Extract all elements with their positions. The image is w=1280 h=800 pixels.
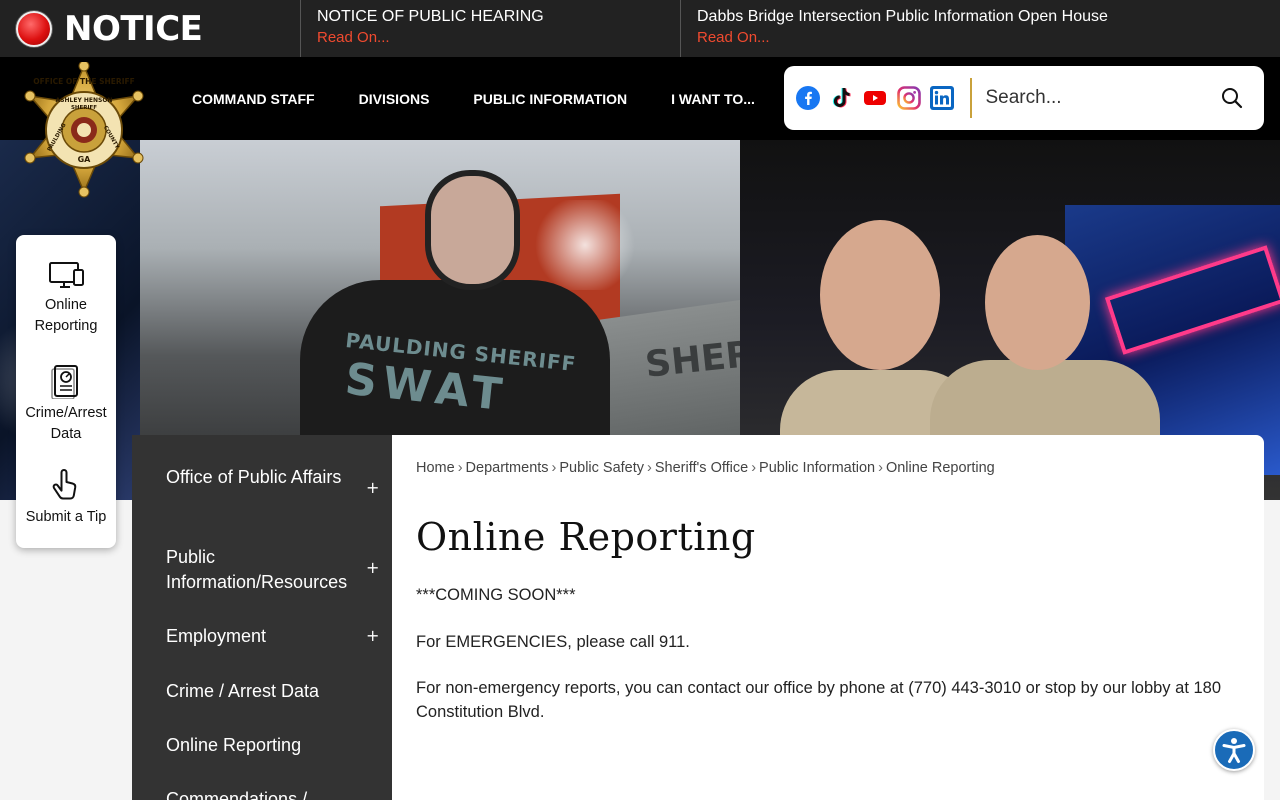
hero-officer-face	[820, 220, 940, 370]
breadcrumb-current: Online Reporting	[885, 460, 995, 476]
badge-name-text: ASHLEY HENSON	[56, 97, 113, 104]
badge-title-text: SHERIFF	[71, 105, 97, 111]
notice-item[interactable]: Dabbs Bridge Intersection Public Informa…	[680, 0, 1280, 57]
facebook-icon[interactable]	[796, 86, 820, 110]
site-header: COMMAND STAFF DIVISIONS PUBLIC INFORMATI…	[0, 57, 1280, 140]
quick-link-crime-arrest-data[interactable]: Crime/Arrest Data	[16, 363, 116, 445]
hero-officer-face	[985, 235, 1090, 370]
expand-plus-icon[interactable]: +	[366, 478, 379, 497]
badge-top-text: OFFICE OF THE SHERIFF	[33, 77, 135, 86]
quick-link-online-reporting[interactable]: Online Reporting	[16, 261, 116, 337]
sidebar-item-commendations[interactable]: Commendations /	[166, 787, 386, 800]
computer-monitor-icon	[49, 262, 84, 288]
quick-link-submit-tip[interactable]: Submit a Tip	[16, 467, 116, 528]
hero-smoke-shape	[530, 200, 640, 290]
social-search-box	[784, 66, 1264, 130]
breadcrumb-separator: ›	[457, 460, 463, 476]
quick-link-label: Online Reporting	[34, 297, 98, 334]
quick-links-panel: Online Reporting Crime/Arrest Data Submi…	[16, 235, 116, 548]
report-document-icon	[51, 365, 78, 399]
sidebar-item-public-information-resources[interactable]: Public Information/Resources	[166, 545, 386, 595]
nav-item-i-want-to[interactable]: I WANT TO...	[649, 57, 777, 140]
sheriff-badge-logo[interactable]: OFFICE OF THE SHERIFF ASHLEY HENSON SHER…	[14, 60, 154, 202]
hand-pointer-icon	[52, 469, 77, 500]
expand-plus-icon[interactable]: +	[366, 558, 379, 577]
main-nav: COMMAND STAFF DIVISIONS PUBLIC INFORMATI…	[170, 57, 777, 140]
coming-soon-text: ***COMING SOON***	[416, 586, 576, 604]
quick-link-label: Submit a Tip	[25, 509, 107, 525]
notice-item-title[interactable]: Dabbs Bridge Intersection Public Informa…	[697, 7, 1280, 27]
notice-label-group: NOTICE	[0, 0, 300, 57]
expand-plus-icon[interactable]: +	[366, 626, 379, 645]
linkedin-icon[interactable]	[930, 86, 954, 110]
alert-dot-icon	[16, 10, 52, 47]
sidebar-item-crime-arrest-data[interactable]: Crime / Arrest Data	[166, 679, 386, 704]
page-title: Online Reporting	[416, 515, 756, 559]
instagram-icon[interactable]	[896, 86, 921, 110]
breadcrumb-sheriffs-office[interactable]: Sheriff's Office	[655, 460, 748, 476]
breadcrumb-separator: ›	[647, 460, 652, 476]
nav-item-command-staff[interactable]: COMMAND STAFF	[170, 57, 337, 140]
quick-link-label: Crime/Arrest Data	[25, 405, 107, 442]
nav-item-divisions[interactable]: DIVISIONS	[337, 57, 452, 140]
breadcrumb-public-safety[interactable]: Public Safety	[559, 460, 644, 476]
accessibility-icon	[1222, 738, 1246, 763]
search-input[interactable]	[985, 78, 1206, 118]
sidebar-item-online-reporting[interactable]: Online Reporting	[166, 733, 386, 758]
search-icon[interactable]	[1220, 86, 1244, 110]
notice-title: NOTICE	[64, 8, 203, 49]
notice-bar: NOTICE NOTICE OF PUBLIC HEARING Read On.…	[0, 0, 1280, 57]
breadcrumb-public-information[interactable]: Public Information	[759, 460, 875, 476]
notice-item[interactable]: NOTICE OF PUBLIC HEARING Read On...	[300, 0, 680, 57]
notice-item-title[interactable]: NOTICE OF PUBLIC HEARING	[317, 7, 680, 27]
breadcrumb-separator: ›	[751, 460, 757, 476]
main-content: Home › Departments › Public Safety › Sheriff's…	[392, 435, 1264, 800]
sidebar-item-employment[interactable]: Employment	[166, 624, 386, 649]
breadcrumb-departments[interactable]: Departments	[466, 460, 549, 476]
notice-read-on-link[interactable]: Read On...	[697, 27, 1280, 49]
divider	[969, 78, 972, 118]
sidebar-nav: Office of Public Affairs + Public Inform…	[132, 435, 392, 800]
emergency-text: For EMERGENCIES, please call 911.	[416, 633, 690, 651]
breadcrumb-separator: ›	[551, 460, 557, 476]
youtube-icon[interactable]	[863, 86, 887, 110]
non-emergency-text: For non-emergency reports, you can conta…	[416, 679, 1222, 721]
tiktok-icon[interactable]	[830, 86, 854, 110]
nav-item-public-information[interactable]: PUBLIC INFORMATION	[451, 57, 649, 140]
breadcrumb-home[interactable]: Home	[416, 460, 455, 476]
badge-state-text: GA	[78, 155, 92, 164]
breadcrumb: Home › Departments › Public Safety › Sheriff's…	[416, 460, 995, 476]
accessibility-button[interactable]	[1213, 729, 1255, 771]
hero-officer-head	[425, 170, 520, 290]
breadcrumb-separator: ›	[878, 460, 883, 476]
notice-read-on-link[interactable]: Read On...	[317, 27, 680, 49]
sidebar-item-office-of-public-affairs[interactable]: Office of Public Affairs	[166, 465, 386, 490]
